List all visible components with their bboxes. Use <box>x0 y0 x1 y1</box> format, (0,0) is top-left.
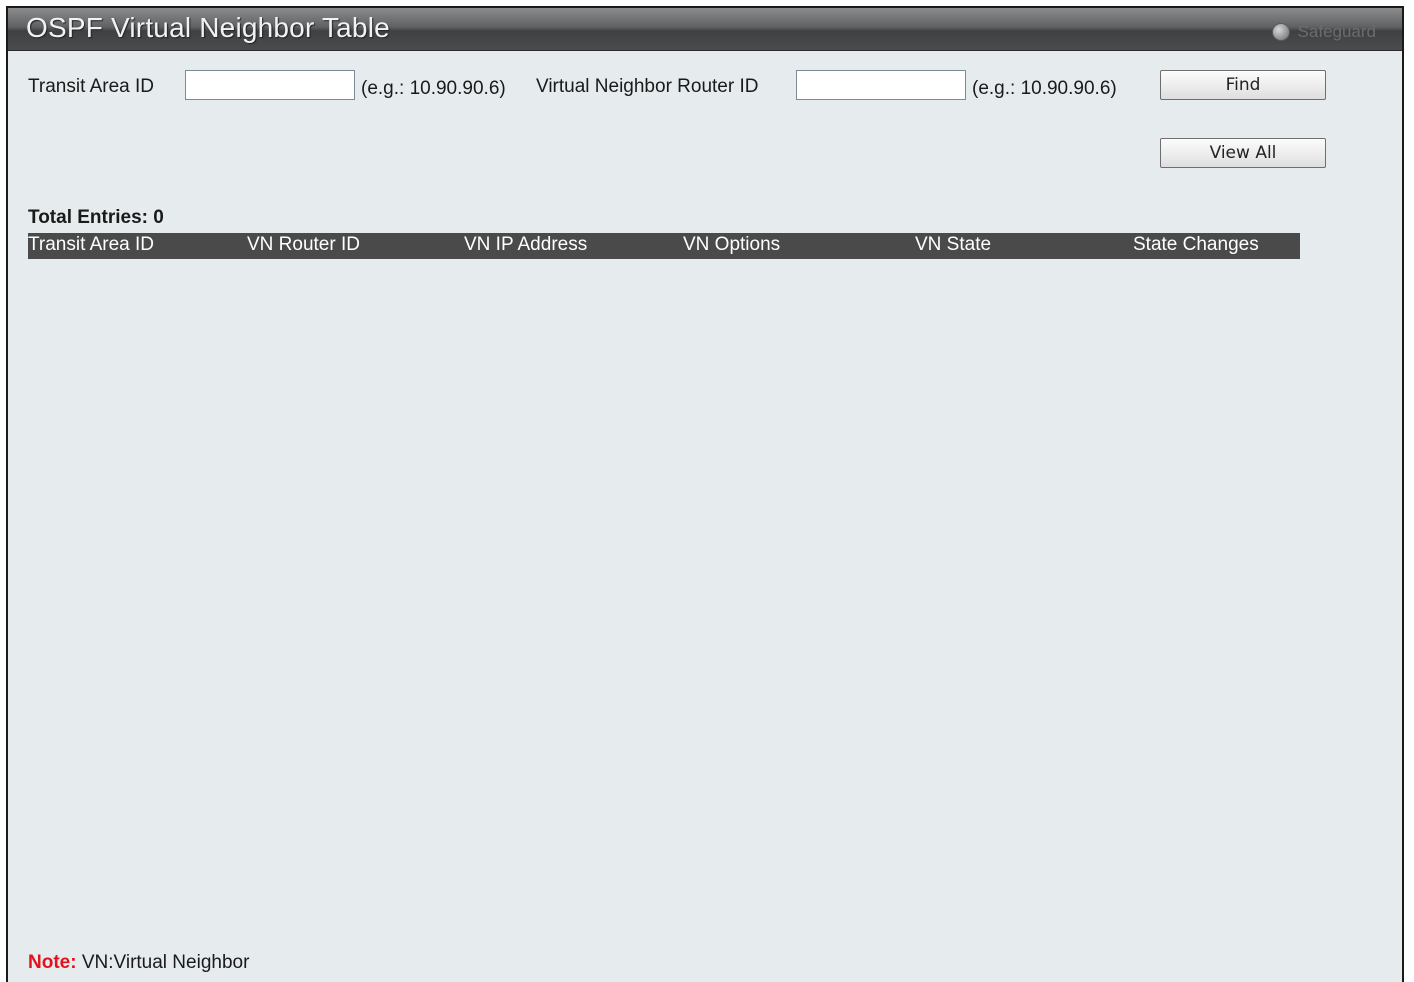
column-vn-ip-address: VN IP Address <box>464 234 588 255</box>
transit-area-label: Transit Area ID <box>28 76 155 97</box>
column-vn-state: VN State <box>915 234 992 255</box>
table-header: Transit Area ID VN Router ID VN IP Addre… <box>28 233 1300 259</box>
page-title: OSPF Virtual Neighbor Table <box>26 12 390 43</box>
find-button[interactable]: Find <box>1160 70 1326 100</box>
transit-area-input[interactable] <box>185 70 355 100</box>
view-all-button[interactable]: View All <box>1160 138 1326 168</box>
transit-area-hint: (e.g.: 10.90.90.6) <box>361 78 506 99</box>
note-text: VN:Virtual Neighbor <box>76 952 250 973</box>
column-vn-options: VN Options <box>683 234 781 255</box>
column-transit-area-id: Transit Area ID <box>28 234 155 255</box>
note-key: Note: <box>28 952 77 973</box>
safeguard-label: Safeguard <box>1297 22 1376 41</box>
content-frame: OSPF Virtual Neighbor Table Safeguard Tr… <box>6 6 1404 982</box>
column-vn-router-id: VN Router ID <box>247 234 360 255</box>
safeguard-indicator[interactable]: Safeguard <box>1271 22 1376 42</box>
router-id-label: Virtual Neighbor Router ID <box>536 76 759 97</box>
router-id-input[interactable] <box>796 70 966 100</box>
safeguard-icon <box>1271 23 1290 41</box>
column-state-changes: State Changes <box>1133 234 1259 255</box>
footnote: Note: VN:Virtual Neighbor <box>28 952 249 974</box>
title-bar: OSPF Virtual Neighbor Table Safeguard <box>8 8 1402 51</box>
total-entries: Total Entries: 0 <box>28 207 164 228</box>
router-id-hint: (e.g.: 10.90.90.6) <box>972 78 1117 99</box>
